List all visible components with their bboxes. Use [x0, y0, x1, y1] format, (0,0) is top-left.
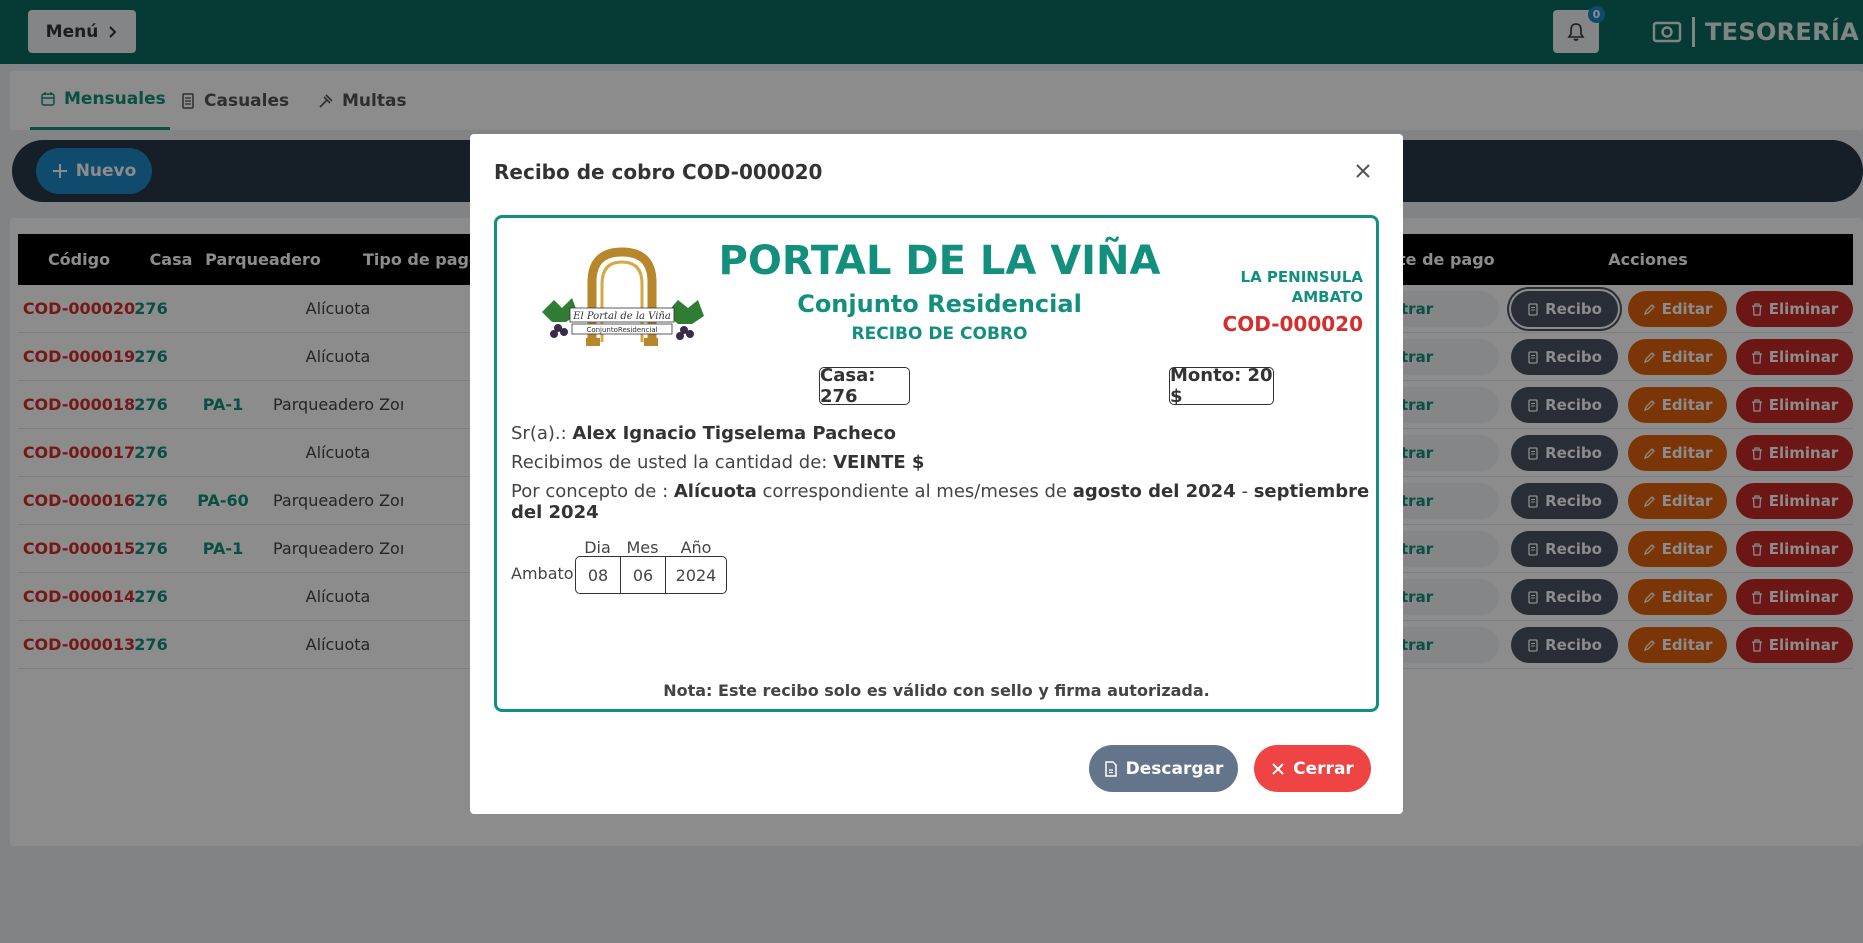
download-label: Descargar — [1125, 758, 1224, 779]
month-value: 06 — [620, 556, 666, 594]
concept-mid: correspondiente al mes/meses de — [762, 481, 1068, 502]
concept-line: Por concepto de : Alícuota correspondien… — [511, 481, 1371, 523]
casa-box: Casa: 276 — [819, 365, 910, 407]
concept-value: Alícuota — [673, 481, 757, 502]
receipt-location-2: AMBATO — [1291, 288, 1363, 306]
close-x-icon — [1271, 762, 1285, 776]
svg-text:El Portal de la Viña: El Portal de la Viña — [572, 311, 671, 322]
month-label: Mes — [626, 538, 659, 557]
amount-value: VEINTE $ — [833, 452, 925, 473]
year-value: 2024 — [665, 556, 727, 594]
file-pdf-icon — [1104, 760, 1118, 777]
day-value: 08 — [575, 556, 621, 594]
sr-line: Sr(a).: Alex Ignacio Tigselema Pacheco — [511, 423, 1371, 444]
svg-text:ConjuntoResidencial: ConjuntoResidencial — [586, 326, 657, 334]
modal-title: Recibo de cobro COD-000020 — [494, 160, 823, 184]
period-from: agosto del 2024 — [1072, 481, 1236, 502]
period-separator: - — [1241, 481, 1248, 502]
monto-box: Monto: 20 $ — [1169, 365, 1274, 407]
close-label: Cerrar — [1293, 758, 1354, 779]
city-label: Ambato — [511, 564, 574, 583]
amount-line: Recibimos de usted la cantidad de: VEINT… — [511, 452, 1371, 473]
receipt-location-1: LA PENINSULA — [1240, 268, 1363, 286]
receipt-code: COD-000020 — [1222, 312, 1363, 336]
receipt-modal: Recibo de cobro COD-000020 El Portal de … — [470, 134, 1403, 814]
concept-label: Por concepto de : — [511, 481, 669, 502]
receipt-note: Nota: Este recibo solo es válido con sel… — [663, 681, 1210, 700]
receipt-doc-type: RECIBO DE COBRO — [851, 324, 1028, 344]
receipt-subtitle: Conjunto Residencial — [797, 290, 1082, 318]
close-button[interactable]: Cerrar — [1254, 745, 1371, 792]
download-button[interactable]: Descargar — [1089, 745, 1238, 792]
receipt: El Portal de la Viña ConjuntoResidencial… — [494, 215, 1379, 712]
sr-value: Alex Ignacio Tigselema Pacheco — [572, 423, 897, 444]
sr-label: Sr(a).: — [511, 423, 567, 444]
amount-label: Recibimos de usted la cantidad de: — [511, 452, 828, 473]
receipt-title: PORTAL DE LA VIÑA — [718, 238, 1161, 284]
close-icon[interactable] — [1354, 162, 1374, 182]
year-label: Año — [680, 538, 712, 557]
day-label: Dia — [584, 538, 611, 557]
portal-logo: El Portal de la Viña ConjuntoResidencial — [532, 242, 712, 352]
